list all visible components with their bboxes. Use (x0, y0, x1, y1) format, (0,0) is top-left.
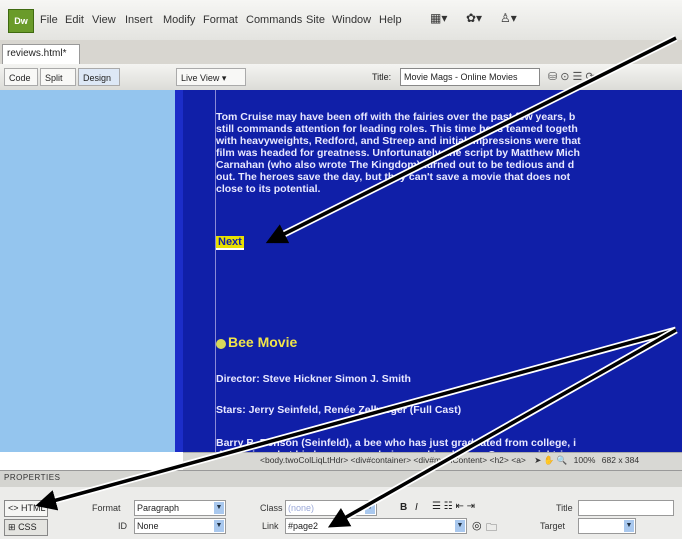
dreamweaver-logo: Dw (8, 9, 34, 33)
link-field[interactable]: #page2 ▼ (285, 518, 467, 534)
extend-icon[interactable]: ✿▾ (466, 11, 498, 29)
review-text-line: close to its potential. (216, 183, 321, 195)
italic-button[interactable]: I (415, 502, 418, 513)
menu-insert[interactable]: Insert (125, 14, 153, 26)
html-button[interactable]: <> HTML (4, 500, 48, 517)
review-text-line: out. The heroes save the day, but they c… (216, 171, 571, 183)
stars-line: Stars: Jerry Seinfeld, Renée Zellweger (… (216, 404, 462, 416)
css-button-label: CSS (18, 522, 37, 532)
tag-selector[interactable]: <body.twoColLiqLtHdr> <div#container> <d… (260, 455, 639, 466)
design-view-button[interactable]: Design (78, 68, 120, 86)
target-select[interactable]: ▼ (578, 518, 636, 534)
review-text-line: Carnahan (who also wrote The Kingdom) tu… (216, 159, 575, 171)
document-tab[interactable]: reviews.html* × (2, 44, 80, 77)
chevron-down-icon: ▼ (624, 520, 634, 532)
sidebar-column (0, 90, 175, 452)
next-link[interactable]: Next (216, 236, 244, 250)
tag-path[interactable]: <body.twoColLiqLtHdr> <div#container> <d… (260, 455, 526, 465)
id-select[interactable]: None ▼ (134, 518, 226, 534)
css-button[interactable]: ⊞ CSS (4, 519, 48, 536)
browse-folder-icon[interactable]: 🗀 (486, 519, 497, 538)
chevron-down-icon: ▼ (214, 502, 224, 514)
menu-modify[interactable]: Modify (163, 14, 195, 26)
split-view-button[interactable]: Split (40, 68, 76, 86)
menu-edit[interactable]: Edit (65, 14, 84, 26)
point-to-file-icon[interactable]: ◎ (472, 519, 482, 532)
page-title-field[interactable]: Movie Mags - Online Movies (400, 68, 540, 86)
split-view-label: Split (45, 73, 63, 83)
menu-commands[interactable]: Commands (246, 14, 302, 26)
list-icons[interactable]: ☰ ☷ ⇤ ⇥ (432, 501, 475, 512)
menu-file[interactable]: File (40, 14, 58, 26)
format-label: Format (92, 503, 121, 513)
design-view-label: Design (83, 73, 112, 83)
chevron-down-icon: ▼ (365, 502, 375, 514)
zoom-level[interactable]: 100% (574, 455, 596, 465)
bold-button[interactable]: B (400, 502, 407, 513)
format-select[interactable]: Paragraph ▼ (134, 500, 226, 516)
html-button-label: HTML (21, 503, 46, 513)
properties-title: PROPERTIES (4, 473, 61, 482)
title-label: Title: (372, 72, 392, 82)
title-field[interactable] (578, 500, 674, 516)
bee-movie-heading: Bee Movie (228, 334, 298, 350)
bee-bullet-icon (216, 339, 226, 349)
code-brackets-icon: <> (8, 503, 19, 513)
class-select[interactable]: (none) ▼ (285, 500, 377, 516)
id-value: None (137, 521, 159, 531)
chevron-down-icon: ▼ (214, 520, 224, 532)
select-tool-icon[interactable]: ➤ ✋ 🔍 (534, 455, 567, 465)
menu-window[interactable]: Window (332, 14, 371, 26)
title-label: Title (556, 503, 573, 513)
site-icon[interactable]: ♙▾ (500, 11, 532, 29)
menu-site[interactable]: Site (306, 14, 325, 26)
layout-icon[interactable]: ▦▾ (430, 11, 462, 29)
class-value: (none) (288, 503, 315, 513)
bee-text-line: Barry B. Benson (Seinfeld), a bee who ha… (216, 437, 576, 449)
window-size[interactable]: 682 x 384 (602, 455, 639, 465)
format-value: Paragraph (137, 503, 180, 513)
review-text-line: Tom Cruise may have been off with the fa… (216, 111, 576, 123)
link-value: #page2 (288, 521, 319, 531)
director-line: Director: Steve Hickner Simon J. Smith (216, 373, 411, 385)
document-tab-bar (0, 40, 682, 65)
menu-help[interactable]: Help (379, 14, 402, 26)
review-text-line: film was headed for greatness. Unfortuna… (216, 147, 580, 159)
class-label: Class (260, 503, 283, 513)
menu-view[interactable]: View (92, 14, 116, 26)
target-label: Target (540, 521, 566, 531)
link-label: Link (262, 521, 279, 531)
file-management-icon[interactable]: ⛁ ⊙ ☰ ⟳ (548, 70, 595, 83)
properties-header (0, 470, 682, 488)
chevron-down-icon: ▼ (455, 520, 465, 532)
live-view-button[interactable]: Live View ▾ (176, 68, 246, 86)
review-text-line: with heavyweights, Redford, and Streep a… (216, 135, 581, 147)
document-tab-label: reviews.html* (7, 48, 67, 59)
menu-format[interactable]: Format (203, 14, 238, 26)
review-text-line: still commands attention for leading rol… (216, 123, 578, 135)
live-view-label: Live View (181, 73, 220, 83)
content-border (175, 90, 183, 452)
code-view-label: Code (9, 73, 31, 83)
id-label: ID (118, 521, 127, 531)
css-icon: ⊞ (8, 522, 16, 532)
code-view-button[interactable]: Code (4, 68, 38, 86)
